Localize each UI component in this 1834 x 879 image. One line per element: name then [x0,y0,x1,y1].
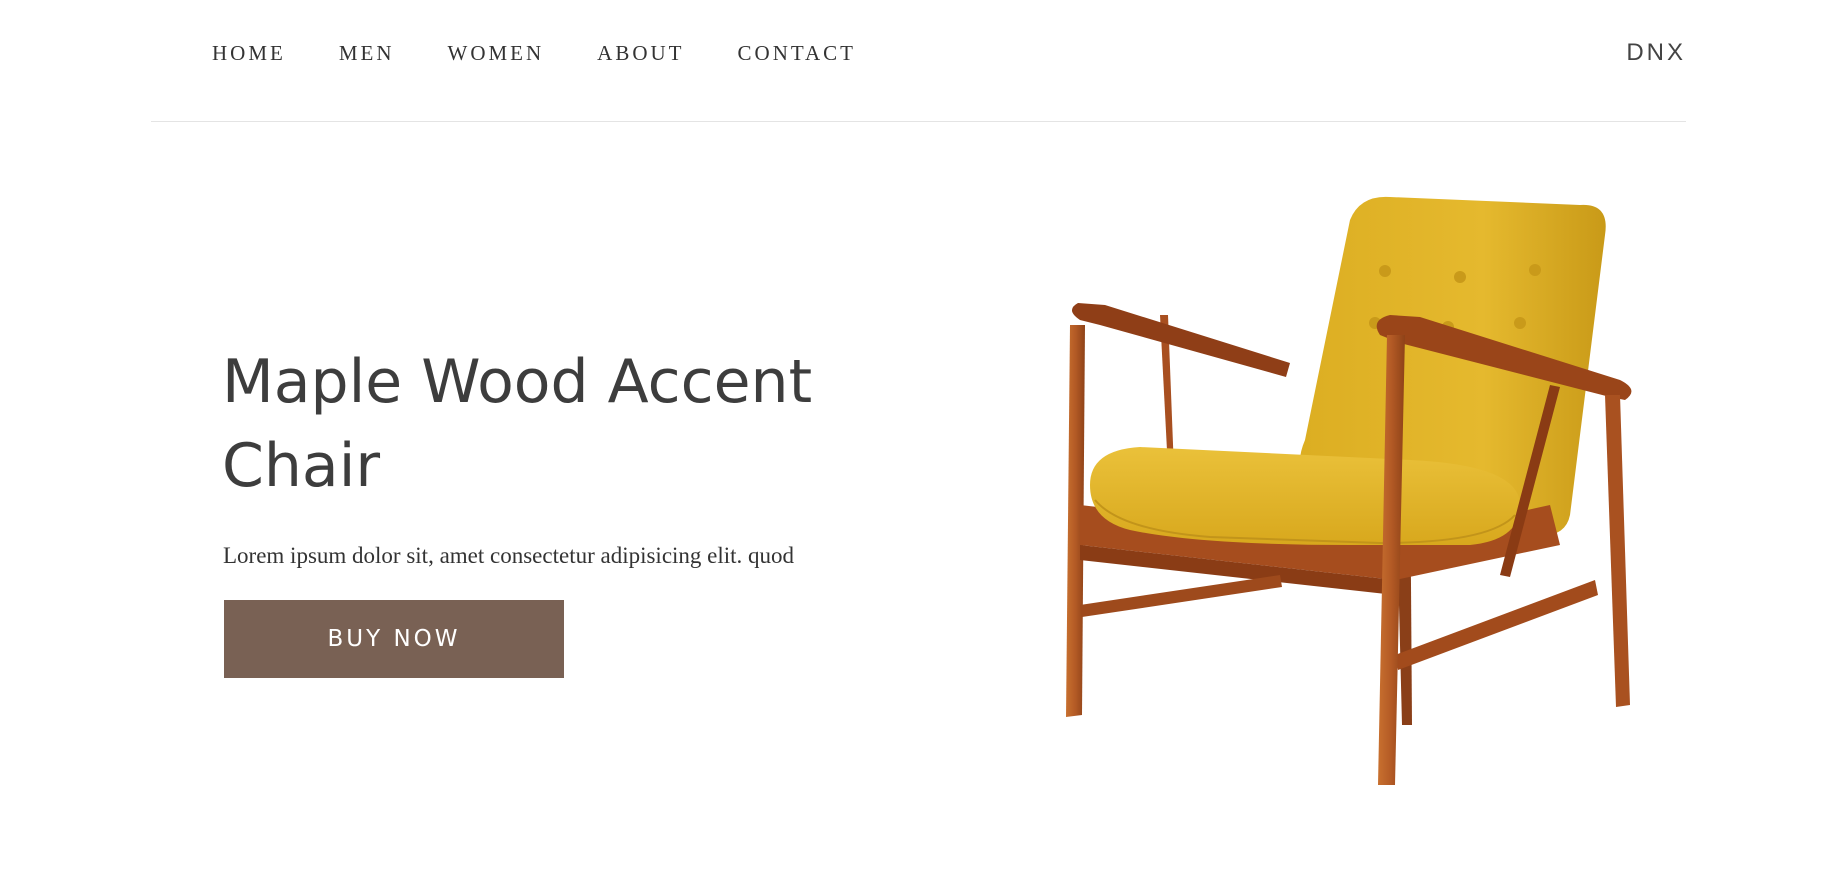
nav-about-link[interactable]: ABOUT [597,41,684,65]
site-header: HOME MEN WOMEN ABOUT CONTACT DNX [151,0,1686,122]
hero-description: Lorem ipsum dolor sit, amet consectetur … [223,543,795,568]
hero-title: Maple Wood Accent Chair [222,347,813,501]
main-nav: HOME MEN WOMEN ABOUT CONTACT [212,41,909,65]
nav-women-link[interactable]: WOMEN [448,41,545,65]
nav-home-link[interactable]: HOME [212,41,286,65]
armchair-illustration [1066,196,1632,785]
landing-page: HOME MEN WOMEN ABOUT CONTACT DNX Maple W… [0,0,1834,879]
nav-men-link[interactable]: MEN [339,41,395,65]
buy-now-button[interactable]: BUY NOW [224,600,564,678]
brand-logo[interactable]: DNX [1626,39,1686,67]
nav-contact-link[interactable]: CONTACT [738,41,856,65]
